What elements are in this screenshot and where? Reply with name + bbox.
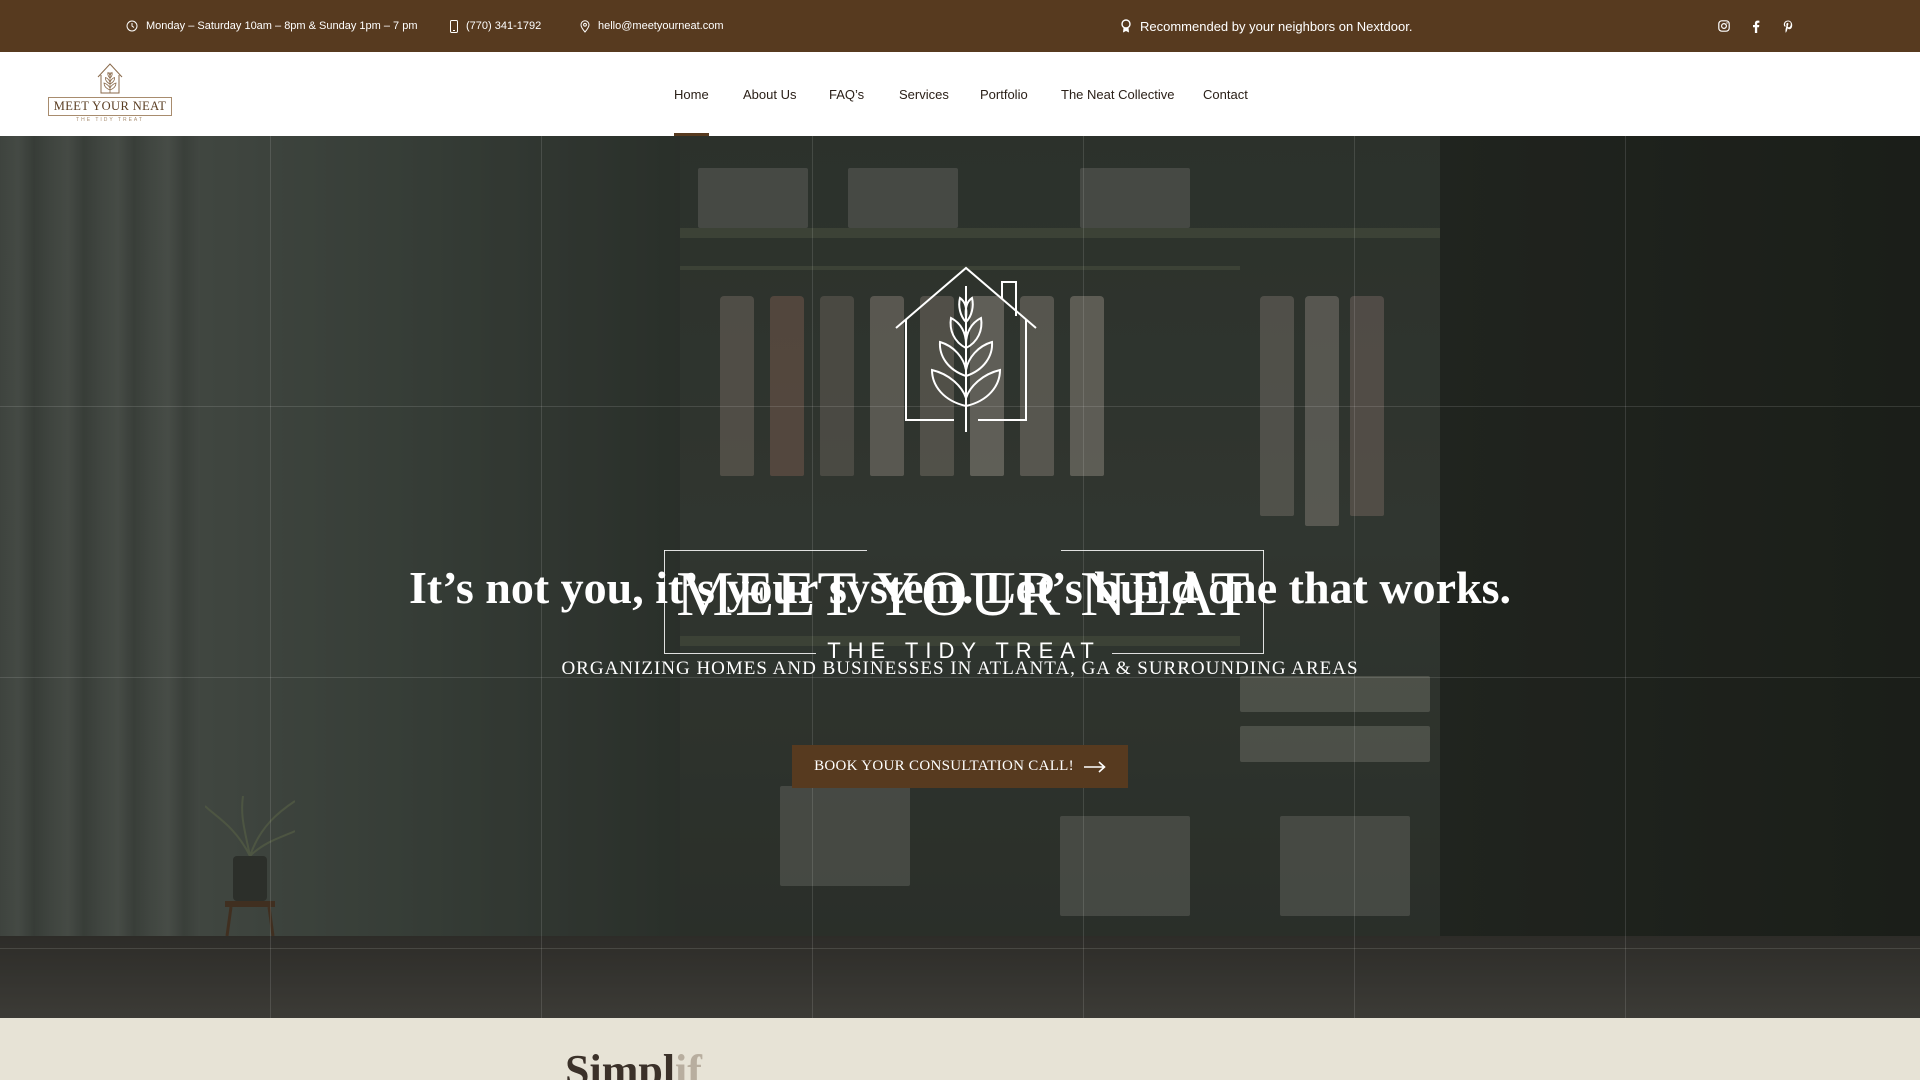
nav-item-the-neat-collective[interactable]: The Neat Collective <box>1061 52 1174 136</box>
nextdoor-text: Recommended by your neighbors on Nextdoo… <box>1140 18 1413 34</box>
instagram-link[interactable] <box>1713 0 1735 52</box>
hero-subheading: ORGANIZING HOMES AND BUSINESSES IN ATLAN… <box>561 658 1359 679</box>
intro-heading: Simplif <box>565 1046 702 1080</box>
hours-text: Monday – Saturday 10am – 8pm & Sunday 1p… <box>146 20 418 32</box>
phone-link[interactable]: (770) 341-1792 <box>450 0 541 52</box>
email-link[interactable]: hello@meetyourneat.com <box>580 0 724 52</box>
grid-line <box>0 948 1920 949</box>
cta-label: BOOK YOUR CONSULTATION CALL! <box>814 758 1074 774</box>
phone-text: (770) 341-1792 <box>466 20 542 32</box>
logo-frame-line <box>664 550 867 551</box>
pinterest-link[interactable] <box>1777 0 1799 52</box>
logo-frame-line <box>1061 550 1264 551</box>
nav-item-faqs[interactable]: FAQ’s <box>829 52 864 136</box>
pinterest-icon <box>1783 20 1793 33</box>
nav-item-portfolio[interactable]: Portfolio <box>980 52 1028 136</box>
instagram-icon <box>1718 20 1730 32</box>
nav-item-services[interactable]: Services <box>899 52 949 136</box>
intro-section: Simplif <box>0 1018 1920 1080</box>
location-pin-icon <box>580 19 590 33</box>
nav-item-home[interactable]: Home <box>674 52 709 136</box>
facebook-link[interactable] <box>1745 0 1767 52</box>
hero-heading: It’s not you, it’s your system. Let’s bu… <box>409 562 1511 613</box>
hours-info: Monday – Saturday 10am – 8pm & Sunday 1p… <box>126 0 418 52</box>
intro-heading-visible: Simpl <box>565 1046 676 1080</box>
main-nav: Home About Us FAQ’s Services Portfolio T… <box>0 52 1920 136</box>
arrow-right-icon <box>1083 760 1106 773</box>
email-text: hello@meetyourneat.com <box>598 20 724 32</box>
facebook-icon <box>1753 20 1760 33</box>
nav-item-about-us[interactable]: About Us <box>743 52 796 136</box>
intro-heading-faded: if <box>675 1046 702 1080</box>
top-bar: Monday – Saturday 10am – 8pm & Sunday 1p… <box>0 0 1920 52</box>
hero-section: MEET YOUR NEAT THE TIDY TREAT It’s not y… <box>0 136 1920 1018</box>
phone-icon <box>450 19 458 33</box>
book-consultation-button[interactable]: BOOK YOUR CONSULTATION CALL! <box>792 745 1128 788</box>
clock-icon <box>126 20 138 32</box>
nav-item-contact[interactable]: Contact <box>1203 52 1248 136</box>
site-header: MEET YOUR NEAT THE TIDY TREAT Home About… <box>0 52 1920 136</box>
nextdoor-link[interactable]: Recommended by your neighbors on Nextdoo… <box>1120 0 1412 52</box>
award-icon <box>1121 19 1131 33</box>
house-plant-logo-icon <box>895 266 1037 432</box>
